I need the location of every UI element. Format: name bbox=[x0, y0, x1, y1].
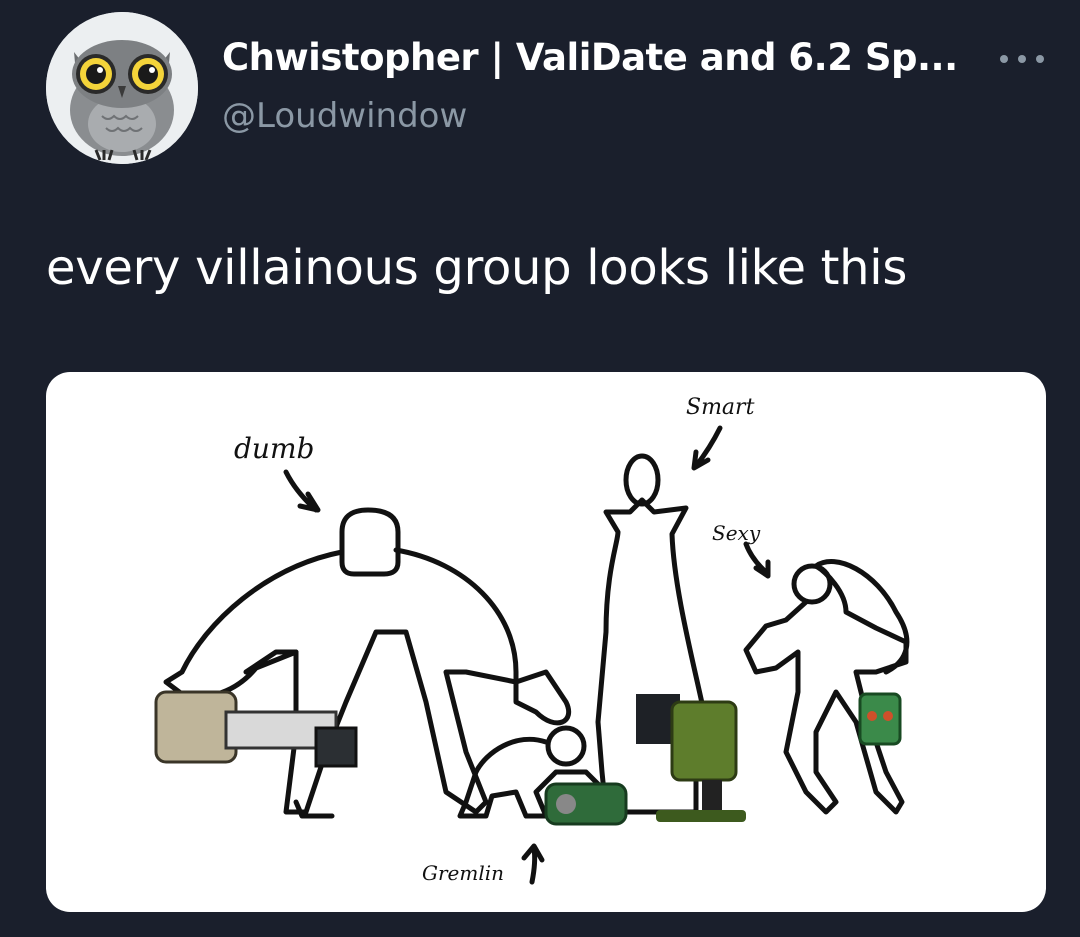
tweet-image[interactable]: dumb Smart Sexy Gremlin bbox=[46, 372, 1046, 912]
smart-figure-head bbox=[623, 453, 661, 507]
turret-prop bbox=[636, 694, 746, 822]
more-horizontal-icon bbox=[1000, 55, 1008, 63]
label-sexy: Sexy bbox=[712, 521, 761, 545]
user-handle[interactable]: @Loudwindow bbox=[222, 96, 467, 136]
villain-group-drawing: dumb Smart Sexy Gremlin bbox=[154, 395, 910, 885]
minigun-prop bbox=[154, 690, 358, 768]
sexy-arrow bbox=[743, 541, 771, 579]
tweet-text: every villainous group looks like this bbox=[46, 240, 908, 296]
label-smart: Smart bbox=[686, 395, 755, 420]
more-dot bbox=[1036, 55, 1044, 63]
label-gremlin: Gremlin bbox=[422, 861, 504, 885]
dumb-figure-body bbox=[163, 547, 572, 815]
tweet-header: Chwistopher | ValiDate and 6.2 Sp... @Lo… bbox=[0, 0, 1080, 200]
gremlin-figure-head bbox=[545, 725, 587, 767]
more-dot bbox=[1018, 55, 1026, 63]
gremlin-gun-prop bbox=[544, 782, 628, 826]
smart-arrow bbox=[691, 425, 723, 471]
sexy-figure-body bbox=[743, 559, 910, 815]
grenade-prop bbox=[858, 692, 902, 746]
dumb-figure-head bbox=[339, 507, 401, 577]
more-options-button[interactable] bbox=[1000, 44, 1044, 74]
display-name[interactable]: Chwistopher | ValiDate and 6.2 Sp... bbox=[222, 36, 958, 79]
owl-avatar-icon[interactable] bbox=[46, 12, 198, 164]
gremlin-arrow bbox=[521, 843, 545, 885]
dumb-arrow bbox=[283, 469, 321, 513]
label-dumb: dumb bbox=[234, 432, 314, 465]
